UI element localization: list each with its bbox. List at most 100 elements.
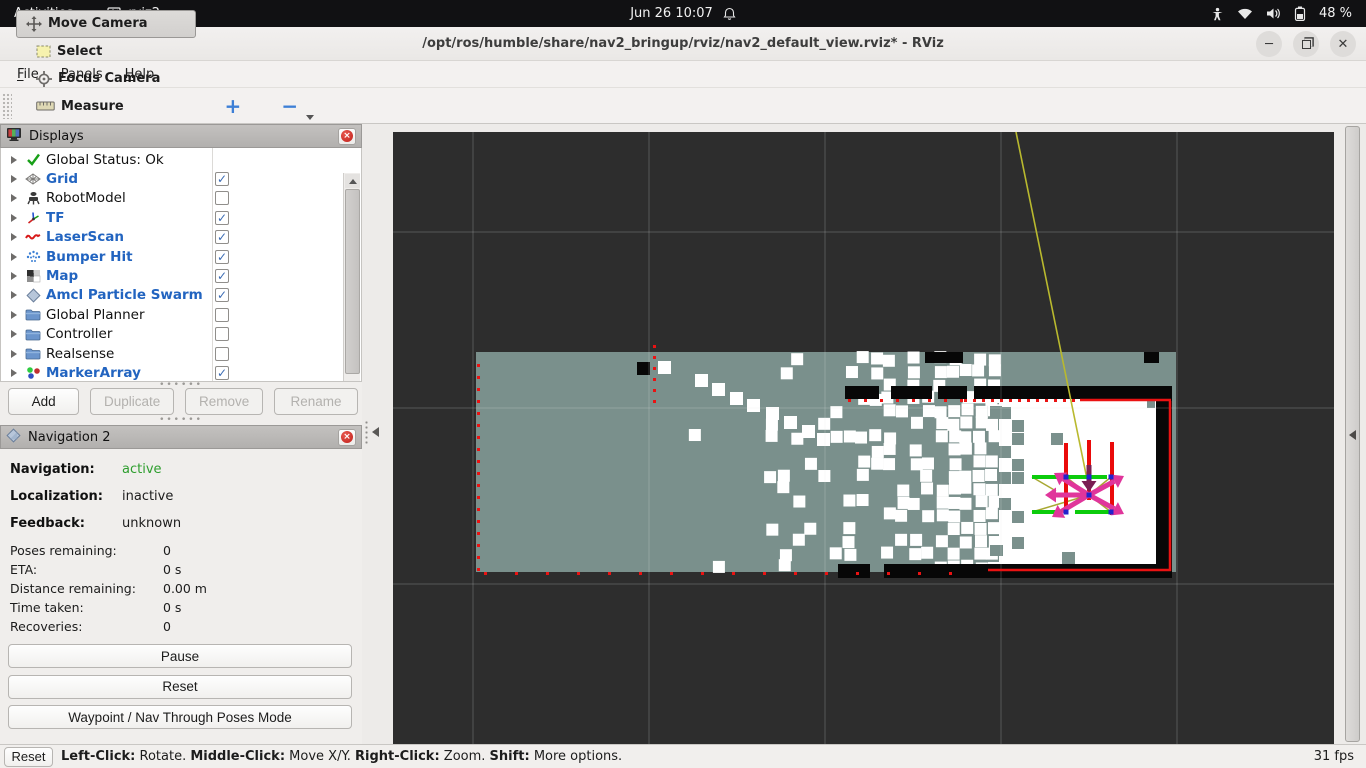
clock[interactable]: Jun 26 10:07 [630, 6, 713, 21]
add-tool-button[interactable]: + [214, 93, 253, 119]
expander-icon[interactable] [11, 156, 17, 164]
expander-icon[interactable] [11, 233, 17, 241]
display-checkbox[interactable]: ✓ [215, 230, 229, 244]
expander-icon[interactable] [11, 330, 17, 338]
expander-icon[interactable] [11, 272, 17, 280]
nav-stat-label: ETA: [10, 562, 37, 577]
tool-focus-camera[interactable]: Focus Camera [26, 65, 196, 93]
volume-icon[interactable] [1266, 7, 1281, 20]
tool-measure[interactable]: Measure [26, 93, 196, 120]
expander-icon[interactable] [11, 291, 17, 299]
views-panel-collapsed-bar[interactable] [1345, 126, 1360, 742]
display-checkbox[interactable]: ✓ [215, 366, 229, 380]
scroll-up-button[interactable] [345, 174, 360, 188]
nav-button-pause[interactable]: Pause [8, 644, 352, 668]
display-row-laserscan[interactable]: LaserScan ✓ [1, 228, 341, 247]
battery-icon[interactable] [1294, 6, 1306, 21]
navigation-panel-icon [6, 428, 21, 447]
remove-tool-button[interactable]: − [270, 93, 309, 119]
expander-icon[interactable] [11, 311, 17, 319]
display-row-robotmodel[interactable]: RobotModel [1, 189, 341, 208]
tree-scrollbar[interactable] [343, 173, 360, 382]
display-row-global-status-ok[interactable]: Global Status: Ok [1, 150, 341, 169]
expander-icon[interactable] [11, 369, 17, 377]
expander-icon[interactable] [11, 214, 17, 222]
rename-display-button[interactable]: Rename [274, 388, 358, 415]
navigation-close-button[interactable]: × [338, 429, 356, 446]
display-label: RobotModel [46, 190, 126, 206]
add-display-button[interactable]: Add [8, 388, 79, 415]
restore-button[interactable] [1293, 31, 1319, 57]
tf-icon [25, 210, 41, 226]
expander-icon[interactable] [11, 175, 17, 183]
render-view[interactable] [393, 132, 1334, 744]
splitter-grip[interactable] [365, 420, 368, 446]
nav-button-waypoint-nav-through-poses-mode[interactable]: Waypoint / Nav Through Poses Mode [8, 705, 352, 729]
display-row-amcl-particle-swarm[interactable]: Amcl Particle Swarm✓ [1, 286, 341, 305]
display-checkbox[interactable]: ✓ [215, 172, 229, 186]
notification-bell-icon[interactable] [723, 7, 736, 21]
panel-viewport-splitter[interactable] [362, 124, 393, 744]
measure-icon [36, 101, 55, 111]
toolbar-grip[interactable] [2, 93, 12, 119]
display-checkbox[interactable]: ✓ [215, 250, 229, 264]
fps-counter: 31 fps [1314, 749, 1354, 764]
display-row-controller[interactable]: Controller [1, 325, 341, 344]
viewport-area [393, 124, 1334, 744]
navigation-panel-header[interactable]: Navigation 2 × [0, 425, 362, 449]
nav-status-value: inactive [122, 489, 173, 504]
display-label: LaserScan [46, 229, 124, 245]
display-checkbox[interactable] [215, 327, 229, 341]
display-label: TF [46, 210, 64, 226]
wifi-icon[interactable] [1237, 7, 1253, 20]
time-reset-button[interactable]: Reset [4, 747, 53, 767]
display-row-grid[interactable]: Grid ✓ [1, 169, 341, 188]
remove-display-button[interactable]: Remove [185, 388, 263, 415]
duplicate-display-button[interactable]: Duplicate [90, 388, 174, 415]
tool-select[interactable]: Select [26, 38, 196, 65]
marker-icon [25, 365, 41, 381]
move-camera-icon [26, 16, 42, 32]
display-checkbox[interactable] [215, 191, 229, 205]
folder-icon [25, 346, 41, 362]
display-checkbox[interactable] [215, 347, 229, 361]
display-row-tf[interactable]: TF ✓ [1, 208, 341, 227]
tool-label: Measure [61, 99, 124, 114]
expander-icon[interactable] [11, 194, 17, 202]
display-row-map[interactable]: Map✓ [1, 266, 341, 285]
display-label: Controller [46, 326, 112, 342]
nav-stat-label: Recoveries: [10, 619, 82, 634]
gnome-top-bar: Activities rviz2 Jun 26 10:07 [0, 0, 1366, 27]
display-row-global-planner[interactable]: Global Planner [1, 305, 341, 324]
display-checkbox[interactable]: ✓ [215, 269, 229, 283]
right-strip [1334, 124, 1366, 744]
status-bar: Reset Left-Click: Rotate. Middle-Click: … [0, 744, 1366, 768]
panel-splitter-handle[interactable]: •••••• [0, 417, 362, 423]
nav-stat-label: Poses remaining: [10, 543, 117, 558]
display-row-realsense[interactable]: Realsense [1, 344, 341, 363]
window-title: /opt/ros/humble/share/nav2_bringup/rviz/… [422, 36, 944, 51]
collapse-left-panel-icon[interactable] [372, 427, 379, 437]
minimize-button[interactable]: ─ [1256, 31, 1282, 57]
nav-button-reset[interactable]: Reset [8, 675, 352, 699]
window-title-bar[interactable]: /opt/ros/humble/share/nav2_bringup/rviz/… [0, 27, 1366, 61]
display-row-bumper-hit[interactable]: Bumper Hit✓ [1, 247, 341, 266]
expand-views-panel-icon[interactable] [1349, 430, 1356, 440]
displays-close-button[interactable]: × [338, 128, 356, 145]
displays-tree[interactable]: Global Status: OkGrid✓RobotModelTF✓Laser… [0, 148, 362, 382]
tool-move-camera[interactable]: Move Camera [16, 10, 196, 38]
close-button[interactable]: ✕ [1330, 31, 1356, 57]
expander-icon[interactable] [11, 350, 17, 358]
display-label: Global Planner [46, 307, 145, 323]
scroll-thumb[interactable] [345, 189, 360, 374]
display-checkbox[interactable]: ✓ [215, 288, 229, 302]
display-label: Grid [46, 171, 78, 187]
accessibility-icon[interactable] [1211, 7, 1224, 21]
display-checkbox[interactable] [215, 308, 229, 322]
tool-dropdown-arrow[interactable] [306, 115, 314, 120]
expander-icon[interactable] [11, 253, 17, 261]
nav-status-value: active [122, 462, 162, 477]
nav-status-label: Feedback: [10, 516, 85, 531]
displays-panel-header[interactable]: Displays × [0, 124, 362, 148]
display-checkbox[interactable]: ✓ [215, 211, 229, 225]
